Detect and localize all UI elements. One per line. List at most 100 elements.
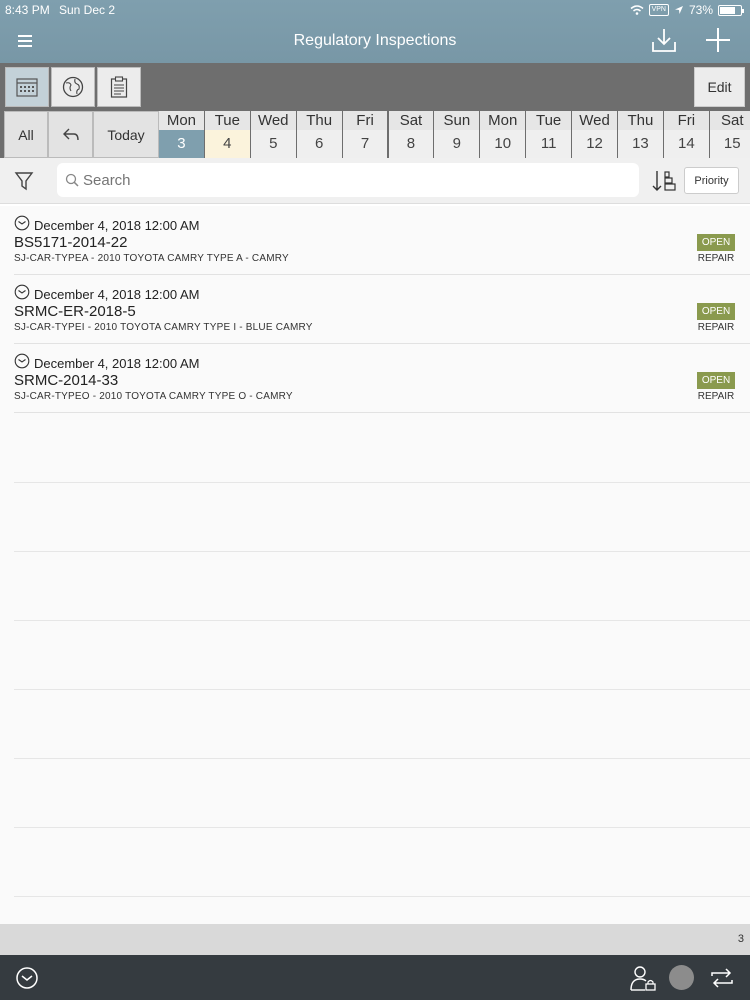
day-name: Fri: [342, 111, 388, 130]
day-name: Sat: [388, 111, 434, 130]
inspection-number: BS5171-2014-22: [14, 234, 128, 251]
day-date: 15: [709, 130, 750, 158]
day-name: Sat: [709, 111, 750, 130]
inspection-datetime: December 4, 2018 12:00 AM: [34, 287, 200, 302]
day-date: 8: [388, 130, 434, 158]
clipboard-icon: [110, 76, 128, 98]
clock-icon: [14, 215, 30, 231]
day-date: 5: [250, 130, 296, 158]
record-count: 3: [737, 933, 744, 945]
sync-icon[interactable]: [709, 966, 735, 990]
day-date: 3: [159, 130, 204, 158]
day-date: 14: [663, 130, 709, 158]
record-count-bar: 3: [0, 924, 750, 955]
today-button[interactable]: Today: [93, 111, 159, 158]
all-dates-button[interactable]: All: [4, 111, 48, 158]
day-name: Tue: [204, 111, 250, 130]
day-cell[interactable]: Mon 3: [159, 111, 205, 158]
vpn-badge: VPN: [648, 4, 669, 16]
inspection-description: SJ-CAR-TYPEA - 2010 TOYOTA CAMRY TYPE A …: [14, 253, 289, 264]
day-cell[interactable]: Fri 14: [663, 111, 710, 158]
date-strip: All Today Mon 3 Tue 4 Wed 5 Thu 6 Fri 7 Sat 8 Sun 9 Mo…: [0, 111, 750, 158]
status-badge: OPEN: [697, 234, 735, 251]
search-input[interactable]: [57, 163, 639, 197]
clock-icon: [14, 284, 30, 300]
calendar-view-button[interactable]: [5, 67, 49, 107]
inspection-row[interactable]: December 4, 2018 12:00 AM SRMC-2014-33 S…: [0, 344, 750, 413]
status-badge: OPEN: [697, 303, 735, 320]
back-arrow-icon: [62, 128, 79, 140]
row-divider: [14, 551, 750, 552]
app-header: 8:43 PM Sun Dec 2 VPN 73% Regulatory Ins…: [0, 0, 750, 63]
day-date: 12: [572, 130, 617, 158]
day-name: Thu: [618, 111, 663, 130]
row-divider: [14, 620, 750, 621]
row-divider: [14, 896, 750, 897]
clock-icon[interactable]: [15, 966, 39, 990]
day-cell[interactable]: Thu 13: [618, 111, 664, 158]
list-view-button[interactable]: [97, 67, 141, 107]
day-date: 9: [434, 130, 480, 158]
day-date: 13: [618, 130, 663, 158]
day-name: Sun: [434, 111, 480, 130]
inspection-row[interactable]: December 4, 2018 12:00 AM SRMC-ER-2018-5…: [0, 275, 750, 344]
day-cell[interactable]: Wed 12: [572, 111, 618, 158]
day-name: Wed: [250, 111, 296, 130]
inspection-number: SRMC-2014-33: [14, 372, 119, 389]
day-name: Wed: [572, 111, 617, 130]
inspection-type: REPAIR: [697, 322, 735, 333]
sort-order-icon[interactable]: [652, 169, 678, 193]
inspection-number: SRMC-ER-2018-5: [14, 303, 136, 320]
back-button[interactable]: [48, 111, 93, 158]
edit-button[interactable]: Edit: [694, 67, 745, 107]
inspection-description: SJ-CAR-TYPEI - 2010 TOYOTA CAMRY TYPE I …: [14, 322, 313, 333]
day-cell[interactable]: Sat 8: [388, 111, 435, 158]
day-cell[interactable]: Sun 9: [434, 111, 481, 158]
day-cell[interactable]: Thu 6: [296, 111, 343, 158]
sort-field-button[interactable]: Priority: [684, 167, 739, 194]
bottom-tab-bar: [0, 955, 750, 1000]
day-cell[interactable]: Wed 5: [250, 111, 297, 158]
profile-avatar[interactable]: [669, 965, 694, 990]
day-date: 10: [480, 130, 526, 158]
day-cell[interactable]: Mon 10: [480, 111, 527, 158]
inspection-type: REPAIR: [697, 253, 735, 264]
calendar-icon: [16, 78, 38, 97]
day-cell[interactable]: Tue 11: [526, 111, 573, 158]
day-date: 11: [526, 130, 572, 158]
day-cell[interactable]: Tue 4: [204, 111, 251, 158]
day-name: Thu: [296, 111, 342, 130]
row-divider: [14, 827, 750, 828]
row-divider: [14, 689, 750, 690]
plus-icon[interactable]: [704, 26, 732, 54]
location-arrow-icon: [674, 6, 683, 14]
day-name: Fri: [663, 111, 709, 130]
day-name: Mon: [159, 111, 204, 130]
map-view-button[interactable]: [51, 67, 95, 107]
inspection-datetime: December 4, 2018 12:00 AM: [34, 218, 200, 233]
inspection-description: SJ-CAR-TYPEO - 2010 TOYOTA CAMRY TYPE O …: [14, 391, 293, 402]
search-bar: Priority: [0, 158, 750, 204]
view-toolbar: Edit: [0, 63, 750, 111]
download-icon[interactable]: [650, 26, 678, 54]
inspection-type: REPAIR: [697, 391, 735, 402]
row-divider: [14, 482, 750, 483]
battery-percent: 73%: [688, 3, 713, 17]
page-title: Regulatory Inspections: [293, 32, 457, 49]
day-date: 7: [342, 130, 388, 158]
row-divider: [14, 758, 750, 759]
day-date: 6: [296, 130, 342, 158]
battery-icon: [718, 4, 744, 16]
day-cell[interactable]: Fri 7: [342, 111, 389, 158]
day-name: Tue: [526, 111, 572, 130]
status-date: Sun Dec 2: [59, 3, 116, 17]
status-right: VPN 73%: [630, 3, 744, 17]
day-cell[interactable]: Sat 15: [709, 111, 750, 158]
filter-icon[interactable]: [14, 170, 34, 192]
day-name: Mon: [480, 111, 526, 130]
user-lock-icon[interactable]: [630, 965, 656, 991]
wifi-icon: [630, 5, 644, 15]
inspection-datetime: December 4, 2018 12:00 AM: [34, 356, 200, 371]
clock-icon: [14, 353, 30, 369]
inspection-row[interactable]: December 4, 2018 12:00 AM BS5171-2014-22…: [0, 206, 750, 275]
